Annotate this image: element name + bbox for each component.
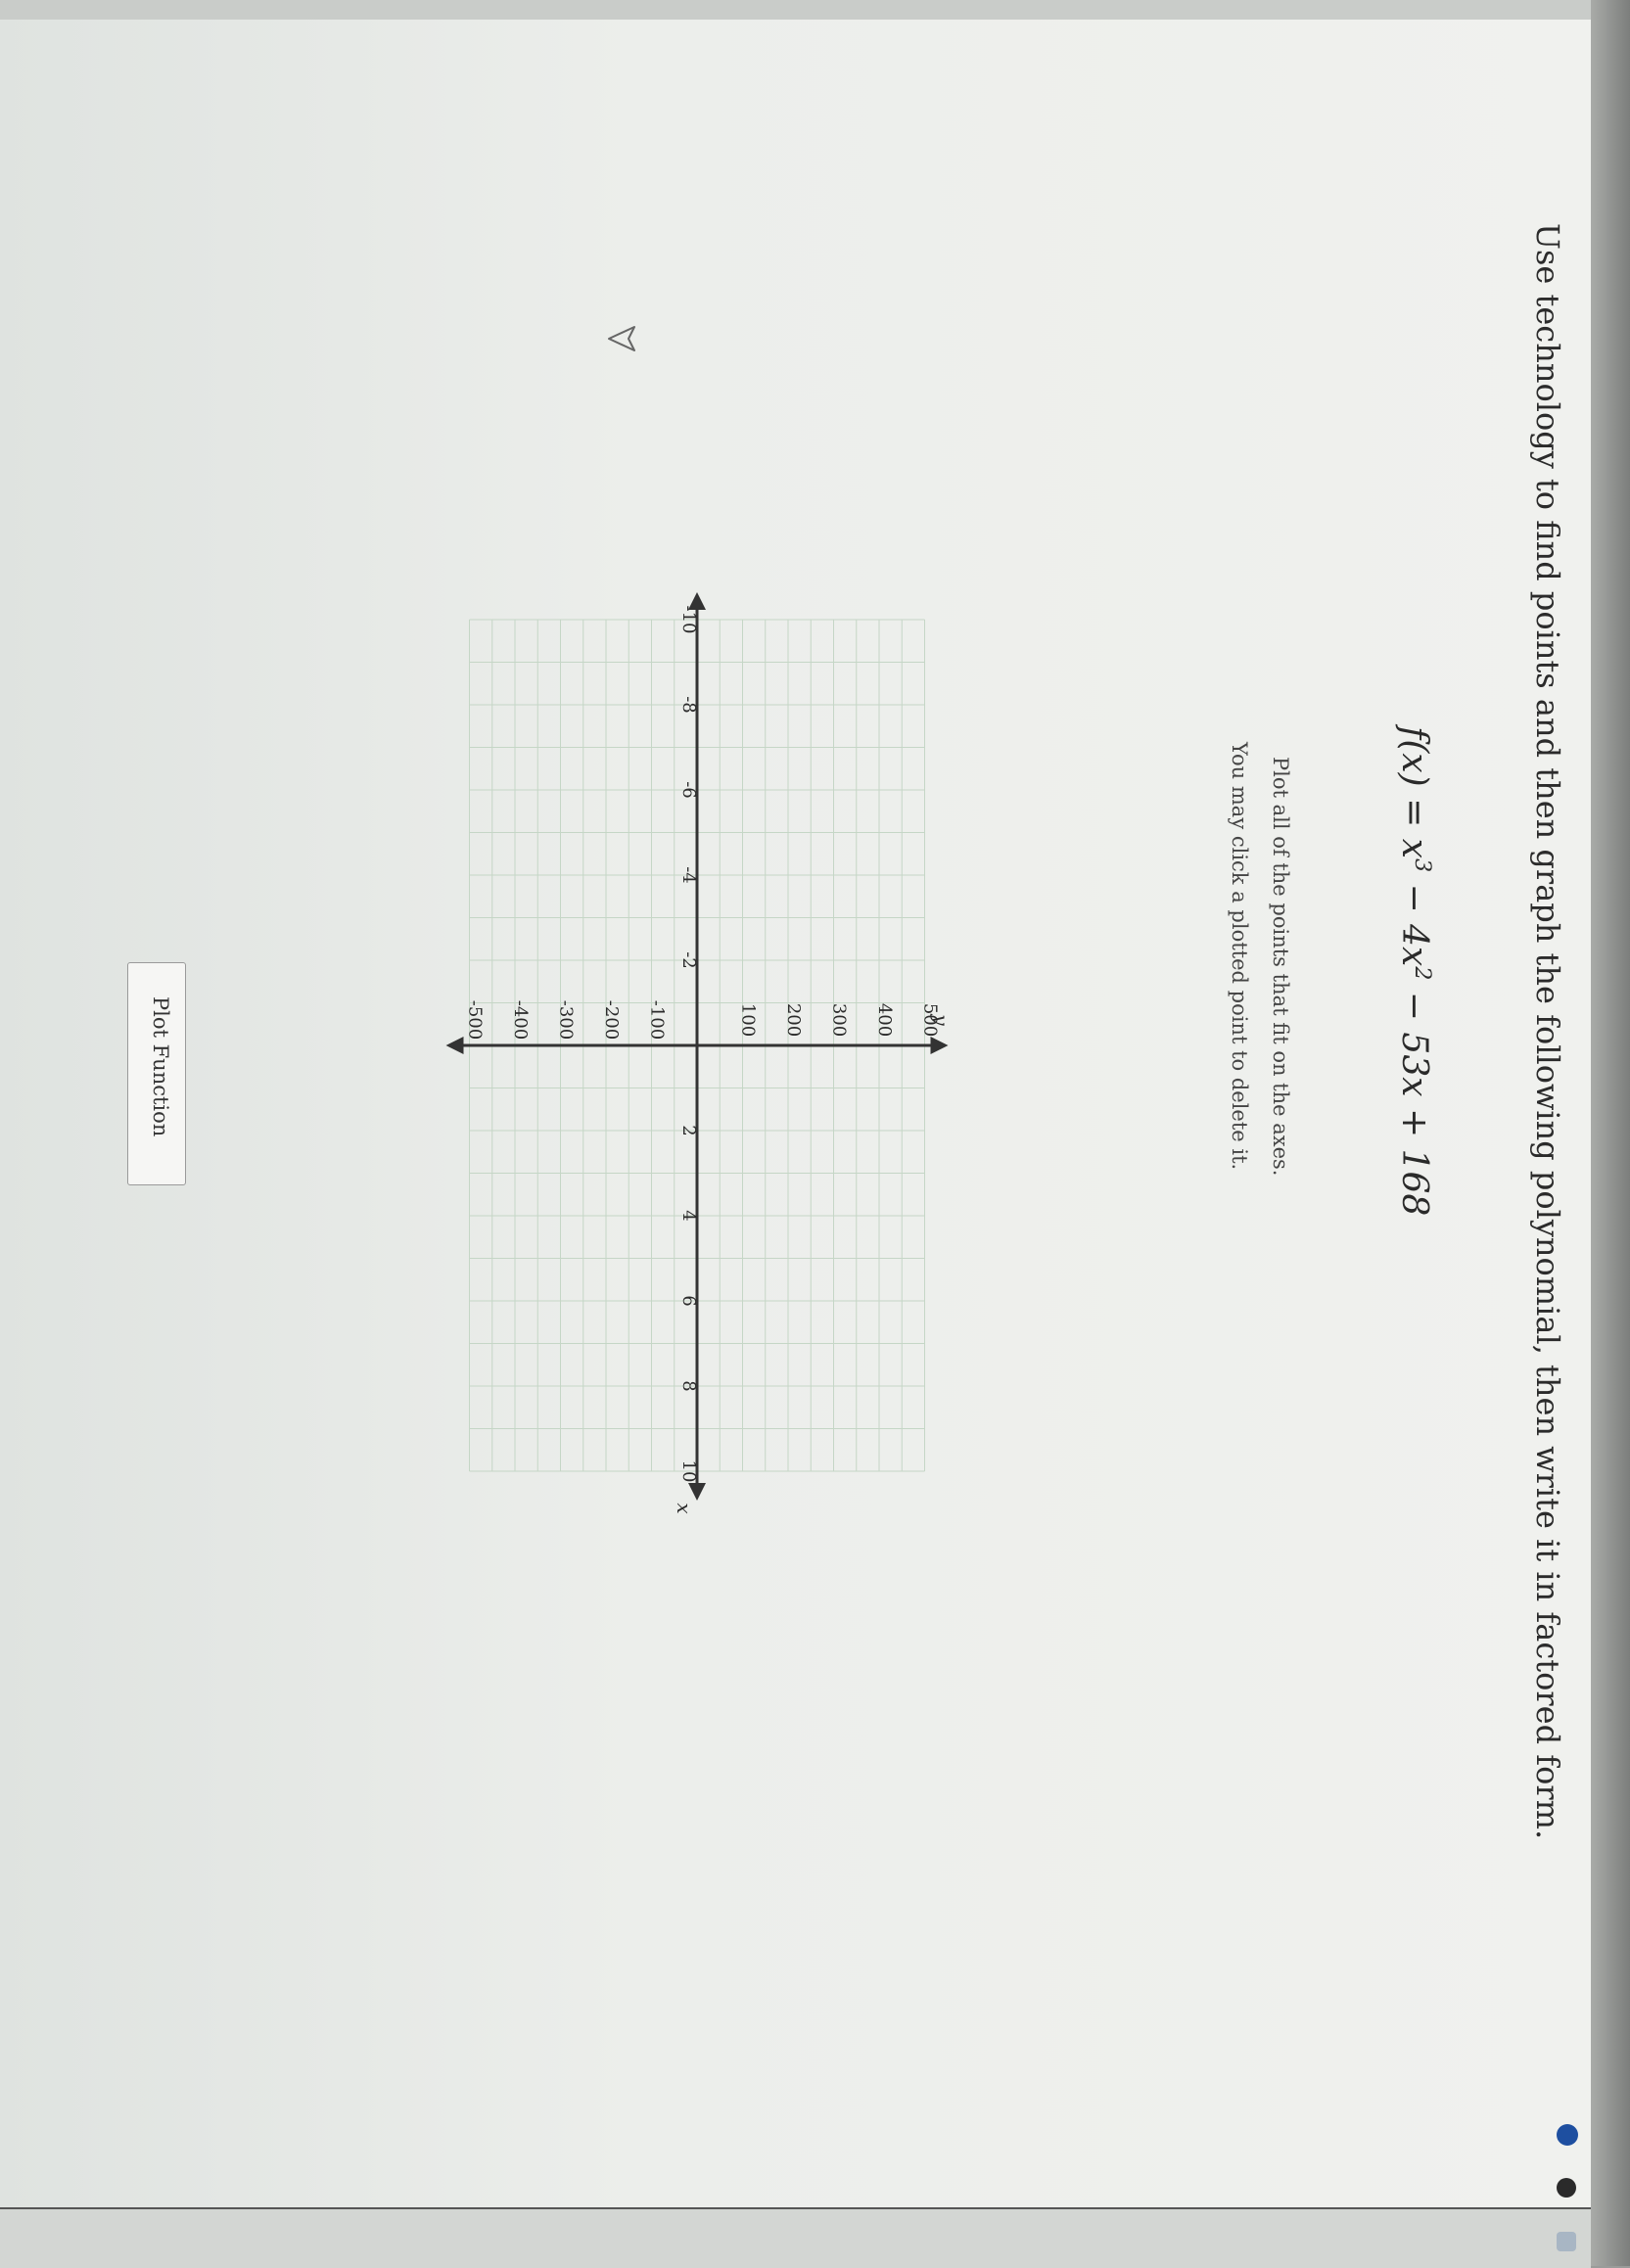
- taskbar-app-icon[interactable]: [1557, 2178, 1576, 2198]
- y-tick-label: -200: [601, 1000, 622, 1040]
- y-axis-name: y: [930, 1013, 954, 1026]
- x-tick-label: -10: [678, 606, 699, 634]
- y-axis-arrow: [930, 1037, 949, 1054]
- y-tick-label: -500: [465, 1000, 486, 1040]
- graph-canvas[interactable]: -10 -8 -6 -4 -2 2 4 6 8 10 -500 -400 -300 -200 -100 100…: [0, 0, 1591, 2266]
- y-tick-label: -300: [556, 1000, 577, 1040]
- x-tick-label: 2: [678, 1125, 699, 1135]
- x-tick-label: -6: [678, 781, 699, 799]
- y-tick-label: -100: [647, 1000, 668, 1040]
- x-tick-label: 4: [678, 1210, 699, 1221]
- plot-function-button[interactable]: Plot Function: [127, 962, 186, 1185]
- taskbar-app-icon[interactable]: [1557, 2232, 1576, 2251]
- axes: [445, 592, 949, 1501]
- x-axis-name: x: [673, 1503, 696, 1513]
- plot-function-label: Plot Function: [149, 996, 172, 1137]
- pointer-arrow-icon: [608, 326, 635, 351]
- x-tick-label: 10: [678, 1460, 699, 1483]
- x-tick-label: -2: [678, 951, 699, 969]
- x-tick-label: -4: [678, 866, 699, 884]
- y-tick-label: -400: [510, 1000, 531, 1040]
- taskbar-app-icon[interactable]: [1557, 2124, 1578, 2146]
- x-axis-arrow: [688, 1483, 706, 1501]
- y-axis-arrow: [445, 1037, 464, 1054]
- x-tick-label: 6: [678, 1295, 699, 1306]
- y-tick-label: 300: [829, 1003, 850, 1037]
- x-tick-label: 8: [678, 1380, 699, 1391]
- y-tick-label: 400: [874, 1003, 895, 1037]
- screen-bezel: [1591, 0, 1630, 2266]
- screen-panel: Use technology to find points and then g…: [0, 0, 1591, 2268]
- taskbar: [0, 2207, 1591, 2268]
- y-tick-label: 200: [783, 1003, 804, 1037]
- x-tick-label: -8: [678, 696, 699, 714]
- y-tick-label: 100: [738, 1003, 759, 1037]
